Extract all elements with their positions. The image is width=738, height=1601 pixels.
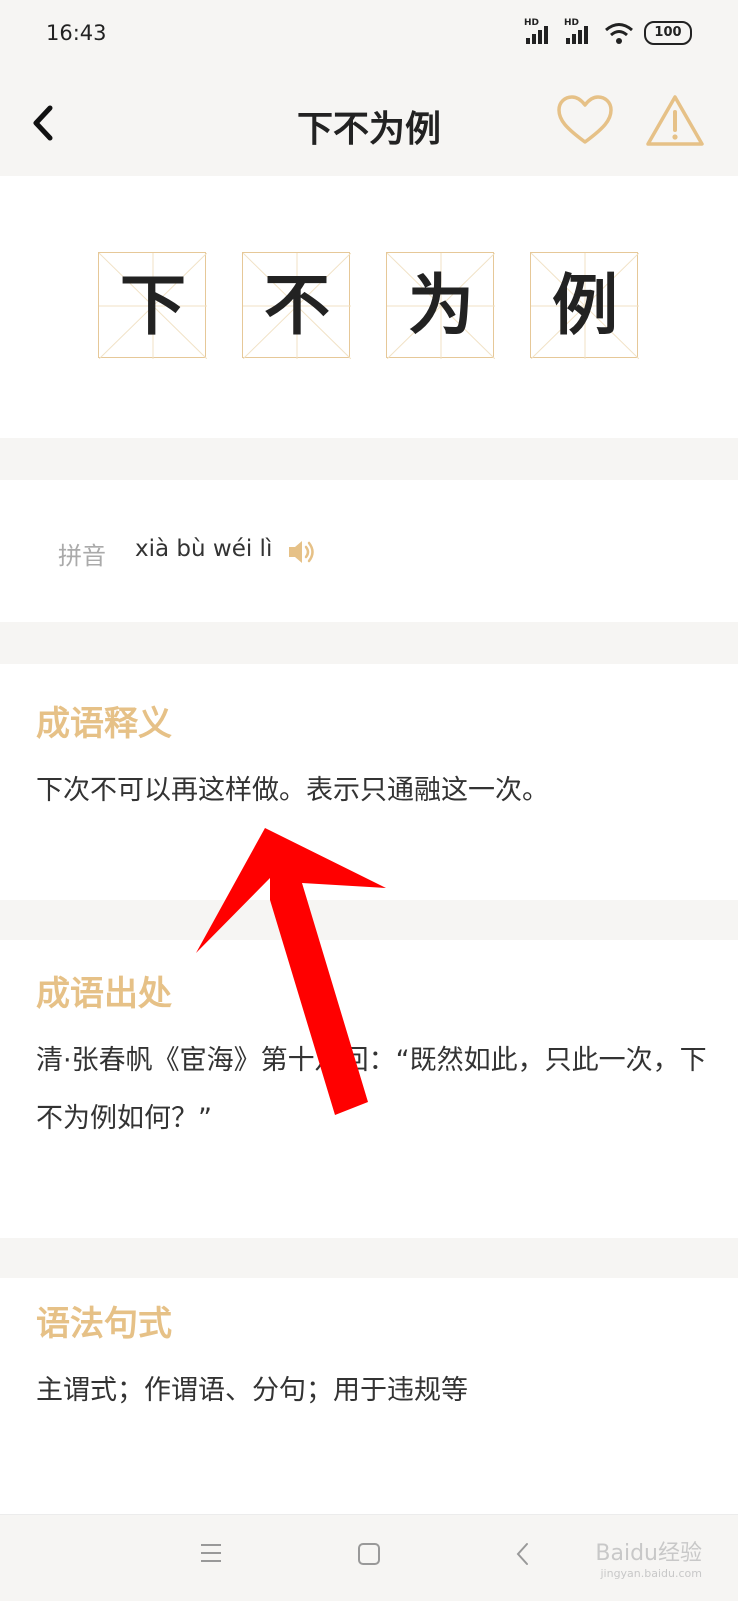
status-time: 16:43 — [46, 21, 107, 45]
back-icon[interactable] — [510, 1541, 536, 1567]
battery-indicator: 100 — [644, 21, 692, 45]
warning-icon[interactable] — [644, 92, 706, 150]
heart-icon[interactable] — [556, 94, 614, 150]
meaning-title: 成语释义 — [36, 704, 172, 744]
signal-icon: HD — [524, 18, 554, 46]
origin-section: 成语出处 清·张春帆《宦海》第十八回：“既然如此，只此一次，下不为例如何？” — [0, 940, 738, 1238]
idiom-char: 不 — [264, 267, 330, 344]
pinyin-label: 拼音 — [58, 542, 106, 570]
meaning-text: 下次不可以再这样做。表示只通融这一次。 — [36, 775, 549, 806]
wifi-icon — [605, 23, 633, 44]
origin-text: 清·张春帆《宦海》第十八回：“既然如此，只此一次，下不为例如何？” — [36, 1045, 707, 1134]
pinyin-value: xià bù wéi lì — [135, 536, 273, 562]
status-icons: HD HD 100 — [524, 18, 692, 46]
idiom-char: 例 — [552, 267, 618, 344]
grammar-text: 主谓式；作谓语、分句；用于违规等 — [36, 1375, 468, 1406]
grammar-section: 语法句式 主谓式；作谓语、分句；用于违规等 — [0, 1278, 738, 1514]
idiom-char: 为 — [408, 267, 474, 344]
char-grid-box: 下 — [98, 252, 207, 359]
origin-title: 成语出处 — [36, 974, 172, 1014]
home-icon[interactable] — [356, 1541, 382, 1567]
status-bar: 16:43 HD HD 100 — [0, 0, 738, 70]
top-nav-bar: 下不为例 — [0, 70, 738, 176]
char-grid-box: 例 — [530, 252, 639, 359]
char-grid-box: 为 — [386, 252, 495, 359]
pinyin-card: 拼音 xià bù wéi lì — [0, 480, 738, 622]
meaning-section: 成语释义 下次不可以再这样做。表示只通融这一次。 — [0, 664, 738, 900]
grammar-title: 语法句式 — [36, 1304, 172, 1344]
idiom-characters-card: 下 不 为 例 — [0, 176, 738, 438]
baidu-watermark: Baidu经验 jingyan.baidu.com — [595, 1541, 702, 1580]
page-title: 下不为例 — [296, 109, 441, 150]
speaker-icon[interactable] — [287, 538, 319, 566]
char-grid-box: 不 — [242, 252, 351, 359]
system-nav-bar: Baidu经验 jingyan.baidu.com — [0, 1514, 738, 1601]
idiom-char: 下 — [120, 267, 186, 344]
menu-icon[interactable] — [198, 1541, 224, 1565]
signal-icon-2: HD — [564, 18, 594, 46]
